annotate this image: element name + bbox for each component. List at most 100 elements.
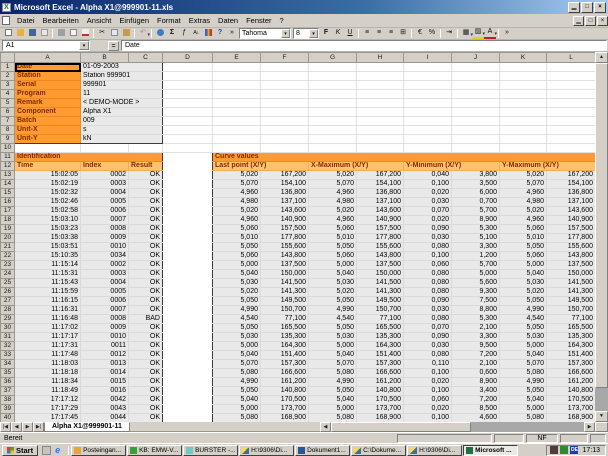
value-cell[interactable]: 151,400	[547, 351, 596, 360]
cell[interactable]	[452, 135, 500, 144]
value-cell[interactable]: 5,010	[213, 234, 261, 243]
row-header-26[interactable]: 26	[1, 288, 15, 297]
undo-icon[interactable]: ↶▾	[137, 28, 149, 39]
info-value[interactable]: 999901	[81, 81, 163, 90]
cell[interactable]	[452, 99, 500, 108]
value-cell[interactable]: 5,020	[309, 288, 357, 297]
index-cell[interactable]: 0004	[81, 279, 129, 288]
cell[interactable]	[163, 99, 213, 108]
cell[interactable]	[261, 72, 309, 81]
paste-icon[interactable]	[120, 28, 132, 39]
show-desktop-icon[interactable]	[42, 446, 51, 455]
value-cell[interactable]: 5,070	[500, 180, 547, 189]
column-header-H[interactable]: H	[357, 53, 404, 63]
value-cell[interactable]: 0,070	[404, 207, 452, 216]
cell[interactable]	[452, 81, 500, 90]
cell[interactable]	[404, 72, 452, 81]
autosum-icon[interactable]: Σ	[166, 28, 178, 39]
print-icon[interactable]	[55, 28, 67, 39]
value-cell[interactable]: 140,800	[547, 387, 596, 396]
value-cell[interactable]: 167,200	[357, 171, 404, 180]
cell[interactable]	[213, 63, 261, 72]
info-label[interactable]: Batch	[15, 117, 81, 126]
cell[interactable]	[213, 126, 261, 135]
row-header-13[interactable]: 13	[1, 171, 15, 180]
value-cell[interactable]: 140,900	[261, 216, 309, 225]
value-cell[interactable]: 5,300	[452, 225, 500, 234]
cell[interactable]	[163, 396, 213, 405]
borders-icon[interactable]: ▦▾	[460, 28, 472, 39]
index-cell[interactable]: 0008	[81, 315, 129, 324]
value-cell[interactable]: 143,600	[261, 207, 309, 216]
font-color-icon[interactable]: A▾	[484, 28, 496, 39]
value-cell[interactable]: 5,070	[213, 360, 261, 369]
cell[interactable]	[500, 81, 547, 90]
value-cell[interactable]: 143,800	[261, 252, 309, 261]
column-header-D[interactable]: D	[163, 53, 213, 63]
info-label[interactable]: Station	[15, 72, 81, 81]
row-header-38[interactable]: 38	[1, 396, 15, 405]
value-cell[interactable]: 5,040	[309, 270, 357, 279]
time-cell[interactable]: 11:16:31	[15, 306, 81, 315]
value-cell[interactable]: 5,050	[500, 297, 547, 306]
index-cell[interactable]: 0011	[81, 342, 129, 351]
cell[interactable]	[163, 234, 213, 243]
bold-icon[interactable]: F	[320, 28, 332, 39]
cell[interactable]	[309, 135, 357, 144]
value-cell[interactable]: 161,200	[261, 378, 309, 387]
menu-fenster[interactable]: Fenster	[242, 14, 275, 27]
value-cell[interactable]: 5,060	[309, 225, 357, 234]
index-cell[interactable]: 0043	[81, 405, 129, 414]
cell[interactable]	[309, 81, 357, 90]
result-cell[interactable]: OK	[129, 324, 163, 333]
value-cell[interactable]: 135,300	[261, 333, 309, 342]
row-header-36[interactable]: 36	[1, 378, 15, 387]
time-cell[interactable]: 15:03:10	[15, 216, 81, 225]
result-cell[interactable]: OK	[129, 288, 163, 297]
cell[interactable]	[261, 99, 309, 108]
value-cell[interactable]: 141,300	[547, 288, 596, 297]
cell[interactable]	[357, 126, 404, 135]
time-cell[interactable]: 17:17:45	[15, 414, 81, 423]
value-cell[interactable]: 140,900	[547, 216, 596, 225]
index-cell[interactable]: 0003	[81, 180, 129, 189]
tray-icon-2[interactable]	[560, 446, 568, 454]
value-cell[interactable]: 8,500	[452, 405, 500, 414]
row-header-18[interactable]: 18	[1, 216, 15, 225]
value-cell[interactable]: 4,990	[500, 306, 547, 315]
cell[interactable]	[213, 72, 261, 81]
value-cell[interactable]: 165,500	[357, 324, 404, 333]
row-header-30[interactable]: 30	[1, 324, 15, 333]
cell[interactable]	[261, 117, 309, 126]
value-cell[interactable]: 137,500	[357, 261, 404, 270]
start-button[interactable]: Start	[2, 445, 38, 456]
value-cell[interactable]: 164,300	[547, 342, 596, 351]
value-cell[interactable]: 5,020	[309, 207, 357, 216]
value-cell[interactable]: 0,090	[404, 333, 452, 342]
increase-indent-icon[interactable]: ⇥	[443, 28, 455, 39]
previous-sheet-button[interactable]: ◀	[11, 422, 22, 432]
curve-header[interactable]: Y-Minimum (X/Y)	[404, 162, 500, 171]
value-cell[interactable]: 5,060	[213, 225, 261, 234]
index-cell[interactable]: 0014	[81, 369, 129, 378]
row-header-24[interactable]: 24	[1, 270, 15, 279]
value-cell[interactable]: 173,700	[261, 405, 309, 414]
value-cell[interactable]: 5,000	[452, 270, 500, 279]
italic-icon[interactable]: K	[332, 28, 344, 39]
value-cell[interactable]: 173,700	[547, 405, 596, 414]
copy-icon[interactable]	[108, 28, 120, 39]
value-cell[interactable]: 5,000	[309, 342, 357, 351]
cell[interactable]	[163, 189, 213, 198]
cell[interactable]	[163, 162, 213, 171]
cell[interactable]	[500, 90, 547, 99]
column-header-J[interactable]: J	[452, 53, 500, 63]
result-cell[interactable]: OK	[129, 234, 163, 243]
next-sheet-button[interactable]: ▶	[22, 422, 33, 432]
value-cell[interactable]: 4,960	[309, 189, 357, 198]
help-icon[interactable]: ?	[214, 28, 226, 39]
value-cell[interactable]: 5,700	[452, 261, 500, 270]
cell[interactable]	[163, 324, 213, 333]
cell[interactable]	[547, 126, 596, 135]
taskbar-task[interactable]: Microsoft ...	[463, 445, 518, 456]
value-cell[interactable]: 8,900	[452, 378, 500, 387]
